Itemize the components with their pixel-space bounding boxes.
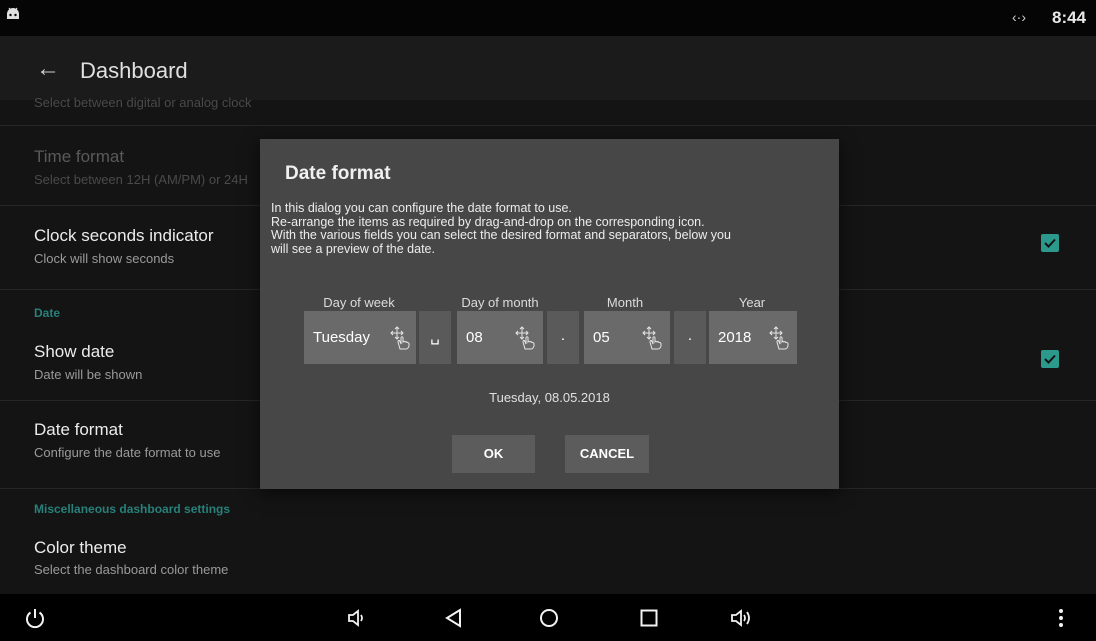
pref-title: Show date — [34, 342, 115, 361]
recents-square-icon[interactable] — [638, 607, 660, 629]
separator-value: ␣ — [430, 328, 440, 345]
ok-button[interactable]: OK — [452, 435, 535, 473]
field-label-day-of-week: Day of week — [323, 295, 395, 310]
dialog-message: In this dialog you can configure the dat… — [271, 201, 831, 256]
day-of-month-selector[interactable]: 08 — [457, 311, 543, 364]
dialog-message-line: With the various fields you can select t… — [271, 228, 731, 242]
checkbox-show-date[interactable] — [1041, 350, 1059, 368]
more-vert-icon[interactable] — [1056, 607, 1066, 629]
volume-up-icon[interactable] — [729, 607, 753, 629]
navigation-bar — [0, 594, 1096, 641]
pref-summary-partial: Select between digital or analog clock — [34, 95, 252, 110]
back-triangle-icon[interactable] — [443, 607, 465, 629]
pref-title: Clock seconds indicator — [34, 226, 214, 245]
year-selector[interactable]: 2018 — [709, 311, 797, 364]
android-notification-icon — [7, 7, 19, 19]
field-value: 05 — [593, 329, 610, 346]
pref-color-theme[interactable]: Color theme Select the dashboard color t… — [0, 522, 1096, 594]
separator-1-selector[interactable]: ␣ — [419, 311, 451, 364]
day-of-week-selector[interactable]: Tuesday — [304, 311, 416, 364]
pref-summary: Configure the date format to use — [34, 445, 221, 460]
pref-summary: Select the dashboard color theme — [34, 562, 229, 577]
home-circle-icon[interactable] — [538, 607, 560, 629]
field-label-year: Year — [738, 295, 766, 310]
drag-handle-icon[interactable] — [513, 325, 537, 351]
page-title: Dashboard — [80, 58, 188, 83]
dialog-message-line: will see a preview of the date. — [271, 241, 435, 256]
pref-summary: Clock will show seconds — [34, 251, 175, 266]
field-value: 08 — [466, 329, 483, 346]
status-time: 8:44 — [1052, 8, 1087, 27]
month-selector[interactable]: 05 — [584, 311, 670, 364]
dialog-message-line: In this dialog you can configure the dat… — [271, 201, 572, 215]
dialog-title: Date format — [285, 163, 391, 184]
arrow-left-icon[interactable]: ← — [36, 57, 60, 81]
action-bar: ← Dashboard — [0, 36, 1096, 100]
field-label-month: Month — [606, 295, 644, 310]
check-icon — [1044, 238, 1056, 248]
drag-handle-icon[interactable] — [388, 325, 412, 351]
category-misc: Miscellaneous dashboard settings — [34, 502, 231, 516]
checkbox-clock-seconds[interactable] — [1041, 234, 1059, 252]
date-preview: Tuesday, 08.05.2018 — [489, 390, 610, 405]
drag-handle-icon[interactable] — [640, 325, 664, 351]
check-icon — [1044, 354, 1056, 364]
field-value: Tuesday — [313, 329, 370, 346]
field-label-day-of-month: Day of month — [461, 295, 539, 310]
pref-title: Time format — [34, 147, 125, 166]
separator-3-selector[interactable]: . — [674, 311, 706, 364]
power-icon[interactable] — [24, 607, 46, 629]
drag-handle-icon[interactable] — [767, 325, 791, 351]
pref-title: Color theme — [34, 538, 127, 557]
status-bar: ‹·› 8:44 — [0, 0, 1096, 36]
data-transfer-icon: ‹·› — [1012, 9, 1026, 25]
date-format-dialog: Date format In this dialog you can confi… — [260, 139, 839, 489]
field-value: 2018 — [718, 329, 752, 346]
pref-summary: Select between 12H (AM/PM) or 24H — [34, 172, 248, 187]
volume-down-icon[interactable] — [346, 607, 368, 629]
category-date: Date — [34, 306, 61, 320]
separator-value: . — [687, 327, 693, 344]
separator-value: . — [560, 327, 566, 344]
separator-2-selector[interactable]: . — [547, 311, 579, 364]
cancel-button[interactable]: CANCEL — [565, 435, 649, 473]
pref-summary: Date will be shown — [34, 367, 143, 382]
pref-title: Date format — [34, 420, 123, 439]
dialog-message-line: Re-arrange the items as required by drag… — [271, 214, 705, 229]
